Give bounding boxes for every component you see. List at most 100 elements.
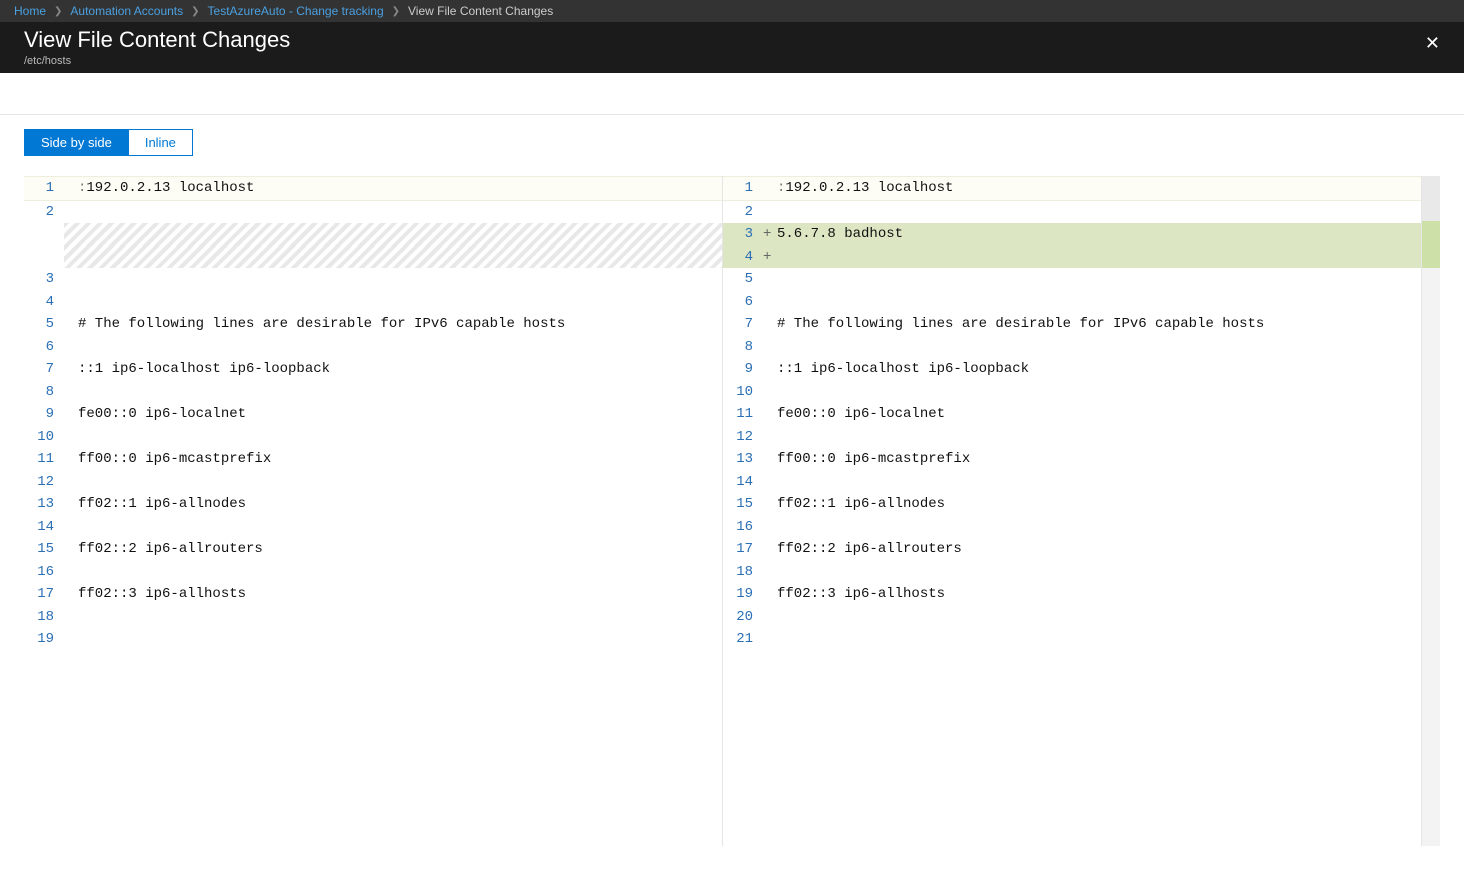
line-content [76, 268, 722, 291]
diff-row: 2 [24, 201, 722, 224]
line-marker [763, 426, 775, 449]
line-content: :192.0.2.13 localhost [76, 177, 722, 200]
line-content: ff02::2 ip6-allrouters [775, 538, 1421, 561]
diff-row: 15ff02::1 ip6-allnodes [723, 493, 1421, 516]
diff-row: 17ff02::3 ip6-allhosts [24, 583, 722, 606]
minimap[interactable] [1422, 176, 1440, 846]
breadcrumb-current: View File Content Changes [408, 4, 553, 18]
line-content [775, 201, 1421, 224]
line-number: 4 [24, 291, 64, 314]
breadcrumb: Home ❯ Automation Accounts ❯ TestAzureAu… [0, 0, 1464, 22]
line-number: 7 [24, 358, 64, 381]
line-number: 10 [24, 426, 64, 449]
diff-row: 12 [24, 471, 722, 494]
line-content: ::1 ip6-localhost ip6-loopback [76, 358, 722, 381]
breadcrumb-automation-accounts[interactable]: Automation Accounts [70, 4, 183, 18]
line-marker [64, 606, 76, 629]
diff-row: 6 [723, 291, 1421, 314]
line-content: ::1 ip6-localhost ip6-loopback [775, 358, 1421, 381]
line-content [76, 381, 722, 404]
line-number: 11 [723, 403, 763, 426]
breadcrumb-home[interactable]: Home [14, 4, 46, 18]
diff-row: 18 [24, 606, 722, 629]
line-content [76, 628, 722, 651]
diff-row: 20 [723, 606, 1421, 629]
line-number: 20 [723, 606, 763, 629]
line-number: 12 [723, 426, 763, 449]
diff-row: 7::1 ip6-localhost ip6-loopback [24, 358, 722, 381]
line-number: 10 [723, 381, 763, 404]
diff-row: 19 [24, 628, 722, 651]
page-header: View File Content Changes /etc/hosts ✕ [0, 22, 1464, 73]
chevron-right-icon: ❯ [54, 6, 62, 17]
line-number: 14 [24, 516, 64, 539]
diff-row: 14 [723, 471, 1421, 494]
line-marker [64, 583, 76, 606]
line-content: # The following lines are desirable for … [775, 313, 1421, 336]
line-content [775, 628, 1421, 651]
line-marker [763, 471, 775, 494]
line-number: 13 [723, 448, 763, 471]
line-number: 21 [723, 628, 763, 651]
line-marker [763, 561, 775, 584]
line-marker [64, 336, 76, 359]
diff-row: 9::1 ip6-localhost ip6-loopback [723, 358, 1421, 381]
diff-row: 17 ff02::2 ip6-allrouters [723, 538, 1421, 561]
line-content: :192.0.2.13 localhost [775, 177, 1421, 200]
close-icon[interactable]: ✕ [1415, 27, 1450, 60]
line-marker [763, 177, 775, 200]
line-content [775, 336, 1421, 359]
diff-row: 15ff02::2 ip6-allrouters [24, 538, 722, 561]
line-number: 17 [723, 538, 763, 561]
diff-row: 12 [723, 426, 1421, 449]
line-marker [763, 358, 775, 381]
line-marker [64, 201, 76, 224]
line-marker [763, 628, 775, 651]
line-content: fe00::0 ip6-localnet [775, 403, 1421, 426]
inline-button[interactable]: Inline [128, 129, 193, 156]
line-marker [763, 291, 775, 314]
diff-row: 10 [24, 426, 722, 449]
line-marker [64, 538, 76, 561]
breadcrumb-change-tracking[interactable]: TestAzureAuto - Change tracking [208, 4, 384, 18]
diff-row: 8 [723, 336, 1421, 359]
line-number: 4 [723, 246, 763, 269]
line-content [76, 223, 722, 246]
line-content [775, 268, 1421, 291]
line-number: 1 [24, 177, 64, 200]
line-content: ff02::2 ip6-allrouters [76, 538, 722, 561]
diff-row: 4 [24, 291, 722, 314]
diff-row: 18 [723, 561, 1421, 584]
line-marker [763, 336, 775, 359]
line-content [76, 516, 722, 539]
line-marker [763, 448, 775, 471]
diff-row: 8 [24, 381, 722, 404]
diff-row: 1:192.0.2.13 localhost [723, 176, 1421, 201]
diff-row [24, 223, 722, 246]
line-marker [64, 493, 76, 516]
line-number: 13 [24, 493, 64, 516]
page-title: View File Content Changes [24, 27, 290, 53]
line-number: 7 [723, 313, 763, 336]
line-marker [64, 516, 76, 539]
line-number: 19 [24, 628, 64, 651]
diff-row: 5 [723, 268, 1421, 291]
line-content: ff00::0 ip6-mcastprefix [775, 448, 1421, 471]
line-marker [64, 177, 76, 200]
diff-row: 16 [24, 561, 722, 584]
line-number: 19 [723, 583, 763, 606]
chevron-right-icon: ❯ [191, 6, 199, 17]
side-by-side-button[interactable]: Side by side [24, 129, 128, 156]
line-marker [763, 381, 775, 404]
line-marker [64, 291, 76, 314]
diff-row: 14 [24, 516, 722, 539]
line-number: 16 [24, 561, 64, 584]
line-content: # The following lines are desirable for … [76, 313, 722, 336]
line-content [775, 426, 1421, 449]
line-marker [64, 223, 76, 246]
line-marker: + [763, 223, 775, 246]
line-content [76, 426, 722, 449]
line-marker [763, 583, 775, 606]
page-subtitle: /etc/hosts [24, 55, 290, 67]
line-marker [763, 313, 775, 336]
